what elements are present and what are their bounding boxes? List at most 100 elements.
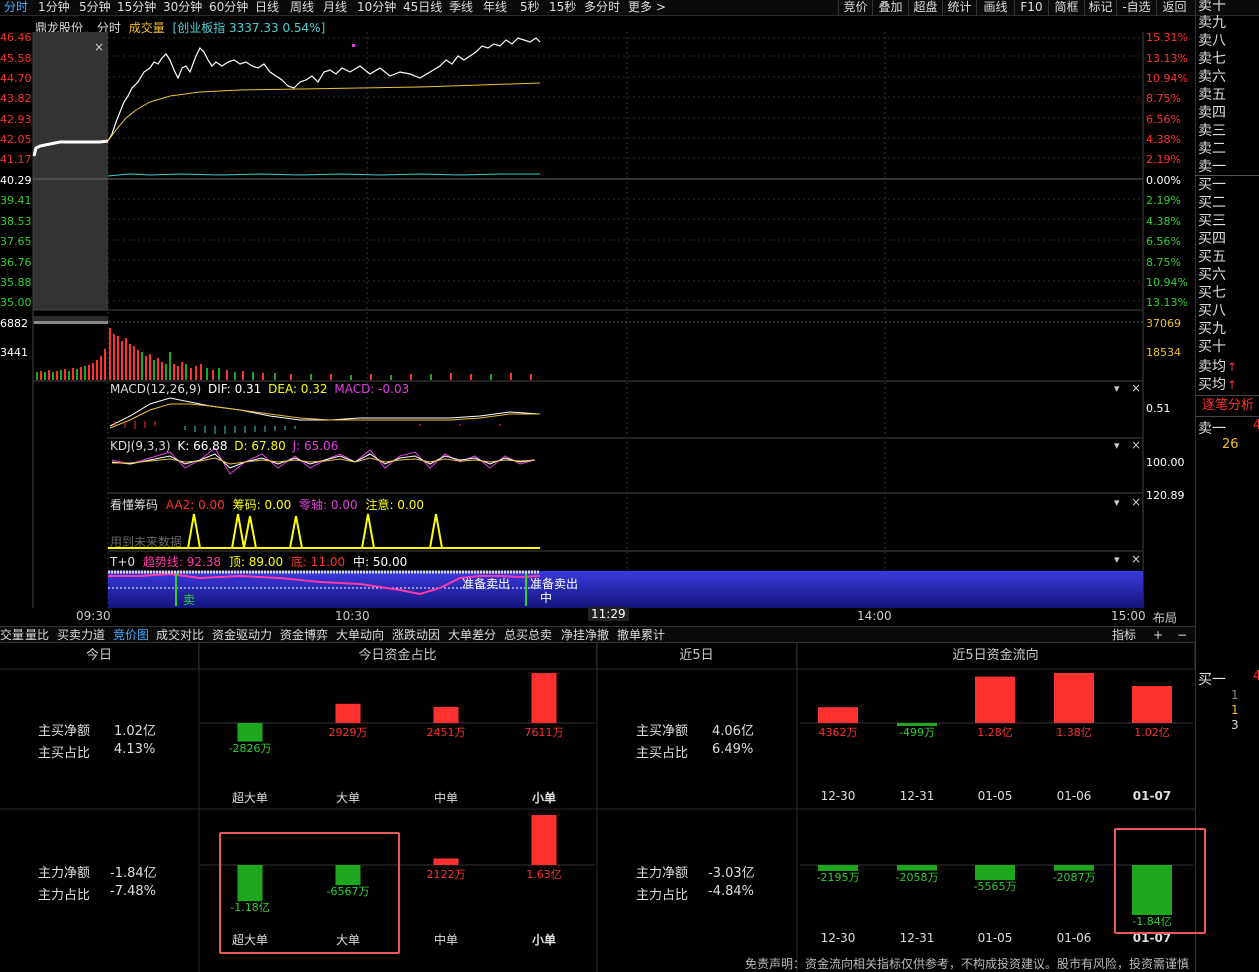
back-button[interactable]: 返回: [1156, 0, 1192, 16]
sell1-volume: 26: [1222, 437, 1239, 452]
tab-buysell-force[interactable]: 买卖力道: [57, 627, 105, 643]
period-tab-30min[interactable]: 30分钟: [163, 0, 202, 16]
tab-capital-drive[interactable]: 资金驱动力: [212, 627, 272, 643]
pct-tick: 10.94%: [1146, 72, 1188, 85]
tab-cancel-cumulative[interactable]: 撤单累计: [617, 627, 665, 643]
highlight-box: [219, 832, 400, 954]
tab-capital-game[interactable]: 资金博弈: [280, 627, 328, 643]
period-tab-1min[interactable]: 1分钟: [38, 0, 70, 16]
period-tab-season[interactable]: 季线: [449, 0, 473, 16]
tab-big-order-diff[interactable]: 大单差分: [448, 627, 496, 643]
category-label: 小单: [531, 933, 556, 947]
five-bottom-bar-label: -2058万: [895, 870, 939, 884]
five-top-bar-label: 1.02亿: [1134, 726, 1170, 739]
date-label: 01-05: [977, 789, 1013, 803]
chevron-down-icon[interactable]: ▾: [1114, 382, 1120, 395]
period-tab-15s[interactable]: 15秒: [549, 0, 576, 16]
tick-analysis-tab[interactable]: 逐笔分析: [1196, 395, 1259, 417]
period-tab-year[interactable]: 年线: [483, 0, 507, 16]
period-tab-5min[interactable]: 5分钟: [79, 0, 111, 16]
close-icon[interactable]: ×: [94, 40, 104, 54]
price-tick: 46.46: [0, 31, 32, 44]
stats-button[interactable]: 统计: [942, 0, 976, 16]
price-tick: 36.76: [0, 256, 32, 269]
close-icon[interactable]: ×: [1131, 381, 1141, 395]
tab-big-order-trend[interactable]: 大单动向: [336, 627, 384, 643]
period-tab-5s[interactable]: 5秒: [520, 0, 540, 16]
draw-button[interactable]: 画线: [976, 0, 1014, 16]
macd-header: MACD(12,26,9) DIF: 0.31 DEA: 0.32 MACD: …: [110, 382, 409, 396]
five-top-bar-label: -499万: [899, 726, 935, 739]
tab-change-cause[interactable]: 涨跌动因: [392, 627, 440, 643]
buy1-price: 4: [1253, 669, 1259, 684]
volume-tick: 37069: [1146, 317, 1181, 330]
time-tick: 14:00: [857, 609, 892, 623]
macd-name[interactable]: MACD(12,26,9): [110, 382, 201, 396]
buy-level: 买六: [1198, 267, 1226, 283]
period-tab-week[interactable]: 周线: [290, 0, 314, 16]
period-tab-10min[interactable]: 10分钟: [357, 0, 396, 16]
today-top-bar: [531, 673, 557, 723]
tab-volume[interactable]: 交量: [0, 627, 24, 643]
simple-frame-button[interactable]: 简框: [1048, 0, 1084, 16]
category-label: 中单: [433, 791, 458, 805]
period-tab-more[interactable]: 更多 >: [628, 0, 666, 16]
price-tick: 42.05: [0, 133, 32, 146]
buy-level: 买四: [1198, 231, 1226, 247]
price-grid: [33, 37, 1143, 302]
tab-trade-compare[interactable]: 成交对比: [156, 627, 204, 643]
sell-level: 卖九: [1198, 15, 1226, 31]
today-bottom-bar: [433, 858, 459, 865]
today-bottom-bar-label: 2122万: [426, 868, 466, 881]
kandong-zhuyi: 注意: 0.00: [365, 498, 425, 512]
close-icon[interactable]: ×: [1131, 552, 1141, 566]
price-tick: 38.53: [0, 215, 32, 228]
tab-net-hang-cancel[interactable]: 净挂净撤: [561, 627, 609, 643]
layout-button[interactable]: 布局: [1153, 609, 1177, 626]
chevron-down-icon[interactable]: ▾: [1114, 439, 1120, 452]
buy-level: 买三: [1198, 213, 1226, 229]
period-tab-45day[interactable]: 45日线: [403, 0, 442, 16]
five-main-buy-net-label: 主买净额: [636, 724, 689, 739]
kandong-aa2: AA2: 0.00: [165, 498, 225, 512]
today-main-buy-net: 1.02亿: [114, 724, 156, 739]
overlay-button[interactable]: 叠加: [872, 0, 908, 16]
buy-level: 买十: [1198, 339, 1226, 355]
tab-volume-ratio[interactable]: 量比: [25, 627, 49, 643]
pct-tick: 6.56%: [1146, 235, 1181, 248]
period-tab-15min[interactable]: 15分钟: [117, 0, 156, 16]
mark-button[interactable]: 标记: [1084, 0, 1116, 16]
period-tab-60min[interactable]: 60分钟: [209, 0, 248, 16]
tick-qty: 1: [1231, 688, 1239, 702]
kdj-name[interactable]: KDJ(9,3,3): [110, 439, 171, 453]
period-tab-day[interactable]: 日线: [255, 0, 279, 16]
t0-name[interactable]: T+0: [110, 555, 135, 569]
jingjia-button[interactable]: 竞价: [838, 0, 872, 16]
close-icon[interactable]: ×: [1131, 495, 1141, 509]
kandong-name[interactable]: 看懂筹码: [110, 498, 158, 512]
period-tab-fenshi[interactable]: 分时: [4, 0, 28, 16]
plus-icon[interactable]: +: [1153, 627, 1163, 643]
price-tick: 35.88: [0, 276, 32, 289]
pct-tick: 6.56%: [1146, 113, 1181, 126]
kdj-axis-tick: 100.00: [1146, 456, 1185, 469]
tab-auction-chart[interactable]: 竞价图: [113, 627, 149, 643]
sell-level: 卖十: [1198, 0, 1226, 14]
pct-tick: 0.00%: [1146, 174, 1181, 187]
period-tab-month[interactable]: 月线: [323, 0, 347, 16]
volume-tick: 3441: [0, 346, 28, 359]
chevron-down-icon[interactable]: ▾: [1114, 496, 1120, 509]
minus-icon[interactable]: −: [1177, 627, 1187, 643]
pct-tick: 4.38%: [1146, 215, 1181, 228]
watchlist-button[interactable]: -自选: [1116, 0, 1156, 16]
period-tab-multi[interactable]: 多分时: [584, 0, 620, 16]
close-icon[interactable]: ×: [1131, 438, 1141, 452]
chevron-down-icon[interactable]: ▾: [1114, 553, 1120, 566]
price-tick: 41.17: [0, 153, 32, 166]
tab-total-buysell[interactable]: 总买总卖: [504, 627, 552, 643]
super-button[interactable]: 超盘: [908, 0, 942, 16]
category-label: 大单: [335, 791, 360, 805]
f10-button[interactable]: F10: [1014, 0, 1048, 16]
indicator-button[interactable]: 指标: [1112, 627, 1136, 643]
today-main-buy-net-label: 主买净额: [38, 724, 91, 739]
